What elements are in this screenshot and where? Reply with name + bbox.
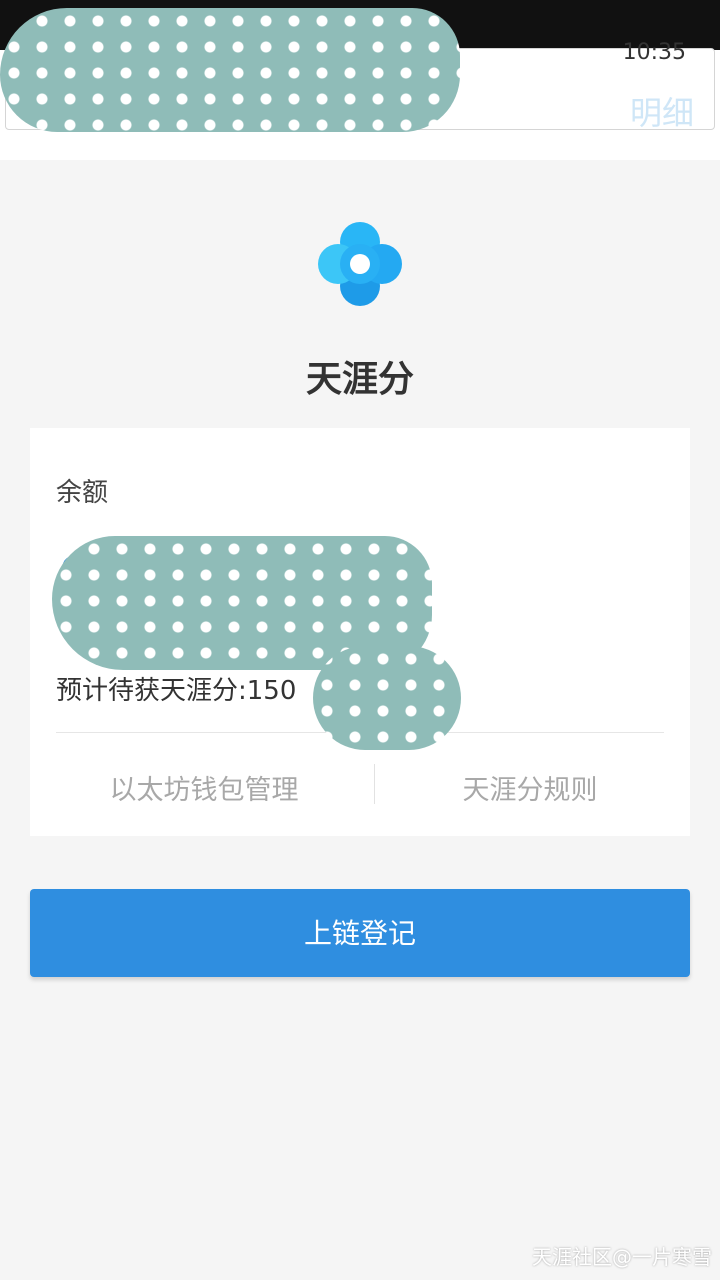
pending-points: 预计待获天涯分:150 <box>56 670 296 707</box>
top-bar: 10:35 明细 <box>0 0 720 160</box>
balance-label: 余额 <box>56 478 109 508</box>
pending-points-label: 预计待获天涯分: <box>56 676 247 706</box>
page-title: 天涯分 <box>305 359 414 400</box>
redaction-overlay <box>313 646 461 750</box>
watermark: 天涯社区@一片寒雪 <box>532 1245 712 1269</box>
detail-link[interactable]: 明细 <box>630 88 694 134</box>
wallet-management-link[interactable]: 以太坊钱包管理 <box>54 768 354 807</box>
register-on-chain-button[interactable]: 上链登记 <box>30 889 690 977</box>
points-rules-link[interactable]: 天涯分规则 <box>380 768 680 807</box>
flower-logo-icon <box>318 222 402 306</box>
status-time: 10:35 <box>622 40 686 65</box>
pending-points-value: 150 <box>246 676 297 706</box>
redaction-overlay <box>0 8 460 132</box>
divider-vertical <box>374 764 375 804</box>
